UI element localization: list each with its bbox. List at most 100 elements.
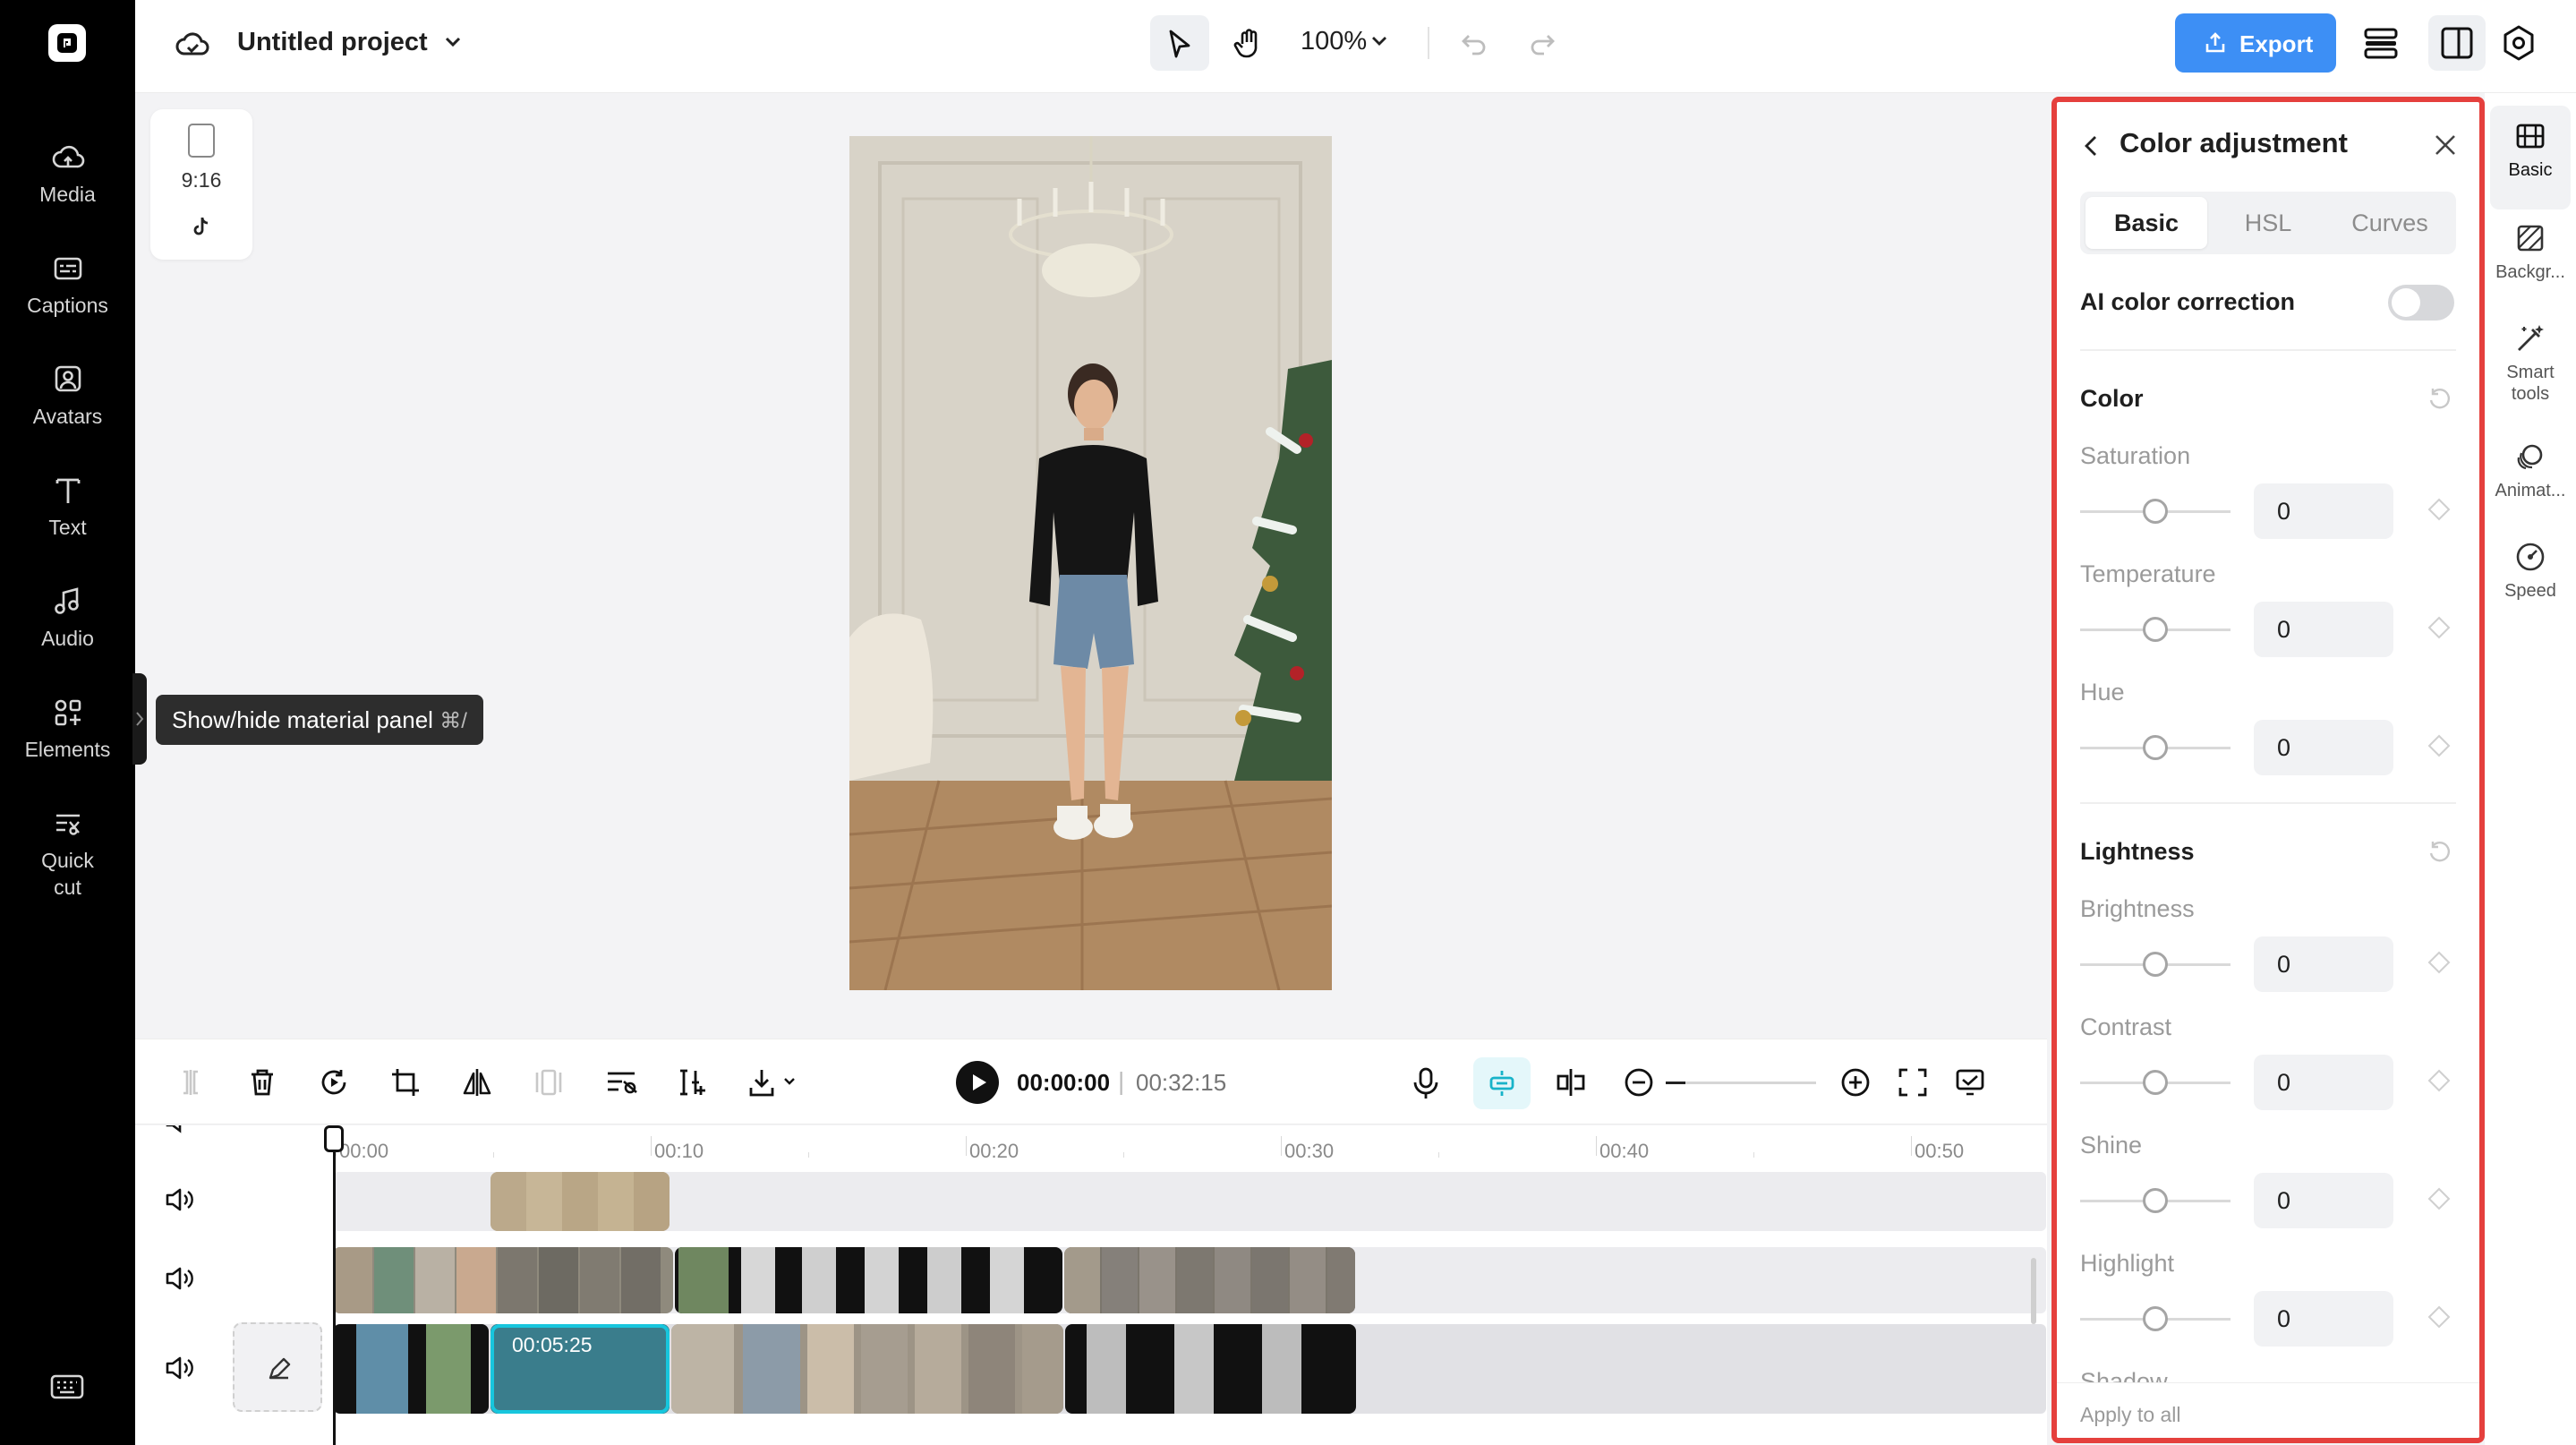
timeline-scrollbar[interactable]: [2031, 1258, 2036, 1324]
freeze-button[interactable]: [533, 1066, 565, 1103]
video-clip[interactable]: [1064, 1247, 1355, 1313]
timeline-zoom-slider[interactable]: [1666, 1082, 1816, 1084]
shine-slider[interactable]: [2080, 1188, 2231, 1213]
playhead[interactable]: [333, 1125, 336, 1445]
timeline[interactable]: 00:00 00:10 00:20 00:30 00:40 00:50 00:0…: [135, 1125, 2047, 1445]
play-button[interactable]: [956, 1061, 999, 1104]
project-title[interactable]: Untitled project: [237, 28, 428, 57]
settings-button[interactable]: [2498, 22, 2539, 64]
close-button[interactable]: [2433, 133, 2458, 162]
video-preview[interactable]: [849, 136, 1332, 990]
split-screen-button[interactable]: [1555, 1066, 1587, 1103]
voiceover-button[interactable]: [1410, 1066, 1442, 1105]
track-mute-button[interactable]: [164, 1186, 194, 1218]
split-button[interactable]: [175, 1066, 207, 1103]
trim-button[interactable]: [676, 1066, 708, 1103]
saturation-slider[interactable]: [2080, 499, 2231, 524]
sidebar-item-avatars[interactable]: Avatars: [0, 362, 135, 430]
adjust-button[interactable]: [604, 1066, 638, 1103]
sidebar-item-elements[interactable]: Elements: [0, 695, 135, 763]
rail-item-speed[interactable]: Speed: [2485, 541, 2576, 602]
tab-hsl[interactable]: HSL: [2207, 197, 2329, 249]
saturation-value[interactable]: 0: [2254, 483, 2393, 539]
cloud-save-icon[interactable]: [175, 27, 210, 64]
replay-button[interactable]: [318, 1066, 350, 1103]
select-tool-button[interactable]: [1150, 15, 1209, 71]
track-mute-button[interactable]: [164, 1355, 194, 1386]
hue-slider[interactable]: [2080, 735, 2231, 760]
zoom-out-button[interactable]: [1623, 1066, 1655, 1103]
contrast-slider[interactable]: [2080, 1070, 2231, 1095]
contrast-value[interactable]: 0: [2254, 1055, 2393, 1110]
slider-thumb[interactable]: [2143, 499, 2168, 524]
preview-mode-button[interactable]: [1954, 1066, 1986, 1103]
slider-thumb[interactable]: [2143, 617, 2168, 642]
rail-item-smart-tools[interactable]: Smart tools: [2485, 322, 2576, 405]
zoom-in-button[interactable]: [1839, 1066, 1872, 1103]
hue-keyframe-button[interactable]: [2426, 732, 2452, 764]
video-clip[interactable]: [671, 1324, 1063, 1414]
zoom-level[interactable]: 100%: [1301, 27, 1367, 56]
flip-button[interactable]: [461, 1066, 493, 1103]
highlight-value[interactable]: 0: [2254, 1291, 2393, 1347]
sidebar-item-media[interactable]: Media: [0, 140, 135, 208]
rail-item-background[interactable]: Backgr...: [2485, 222, 2576, 283]
undo-button[interactable]: [1458, 27, 1490, 64]
tab-curves[interactable]: Curves: [2329, 197, 2451, 249]
reset-color-button[interactable]: [2426, 385, 2452, 416]
app-logo[interactable]: [48, 24, 86, 62]
brightness-keyframe-button[interactable]: [2426, 949, 2452, 980]
track-mute-button[interactable]: [164, 1265, 194, 1296]
shine-keyframe-button[interactable]: [2426, 1185, 2452, 1217]
overlay-clip[interactable]: [490, 1172, 670, 1231]
slider-thumb[interactable]: [2143, 735, 2168, 760]
contrast-keyframe-button[interactable]: [2426, 1067, 2452, 1099]
tab-basic[interactable]: Basic: [2086, 197, 2207, 249]
sidebar-item-text[interactable]: Text: [0, 473, 135, 541]
saturation-keyframe-button[interactable]: [2426, 496, 2452, 527]
aspect-ratio-selector[interactable]: 9:16: [150, 109, 252, 260]
export-button[interactable]: Export: [2175, 13, 2336, 73]
chevron-down-icon[interactable]: [443, 32, 463, 56]
delete-button[interactable]: [246, 1066, 278, 1103]
reset-lightness-button[interactable]: [2426, 838, 2452, 869]
brightness-slider[interactable]: [2080, 952, 2231, 977]
video-clip[interactable]: [675, 1247, 1062, 1313]
slider-thumb[interactable]: [2143, 952, 2168, 977]
playhead-handle[interactable]: [324, 1125, 344, 1152]
material-panel-toggle[interactable]: [132, 673, 147, 765]
back-button[interactable]: [2082, 134, 2102, 162]
slider-thumb[interactable]: [2143, 1070, 2168, 1095]
hue-value[interactable]: 0: [2254, 720, 2393, 775]
chevron-down-icon[interactable]: [1370, 33, 1388, 54]
temperature-keyframe-button[interactable]: [2426, 614, 2452, 646]
slider-thumb[interactable]: [2143, 1188, 2168, 1213]
fit-timeline-button[interactable]: [1897, 1066, 1929, 1103]
sidebar-item-audio[interactable]: Audio: [0, 584, 135, 652]
keyboard-shortcuts-button[interactable]: [50, 1373, 84, 1405]
rail-item-animation[interactable]: Animat...: [2485, 440, 2576, 501]
video-clip[interactable]: [333, 1324, 489, 1414]
shine-value[interactable]: 0: [2254, 1173, 2393, 1228]
sidebar-item-quick-cut[interactable]: Quick cut: [0, 806, 135, 901]
ai-color-correction-toggle[interactable]: [2388, 285, 2454, 321]
video-clip[interactable]: [333, 1247, 673, 1313]
sidebar-item-captions[interactable]: Captions: [0, 251, 135, 319]
highlight-keyframe-button[interactable]: [2426, 1304, 2452, 1335]
rail-item-basic[interactable]: Basic: [2485, 120, 2576, 181]
layers-button[interactable]: [2360, 22, 2401, 64]
temperature-value[interactable]: 0: [2254, 602, 2393, 657]
slider-thumb[interactable]: [2143, 1306, 2168, 1331]
video-clip[interactable]: [1065, 1324, 1356, 1414]
apply-to-all-button[interactable]: Apply to all: [2080, 1403, 2181, 1427]
crop-button[interactable]: [389, 1066, 422, 1103]
panel-layout-button[interactable]: [2428, 15, 2486, 71]
brightness-value[interactable]: 0: [2254, 936, 2393, 992]
track-mute-button[interactable]: [164, 1125, 194, 1142]
redo-button[interactable]: [1526, 27, 1558, 64]
highlight-slider[interactable]: [2080, 1306, 2231, 1331]
temperature-slider[interactable]: [2080, 617, 2231, 642]
edit-cover-button[interactable]: [233, 1322, 322, 1412]
auto-snap-button[interactable]: [1473, 1057, 1531, 1109]
download-button[interactable]: [747, 1066, 799, 1103]
